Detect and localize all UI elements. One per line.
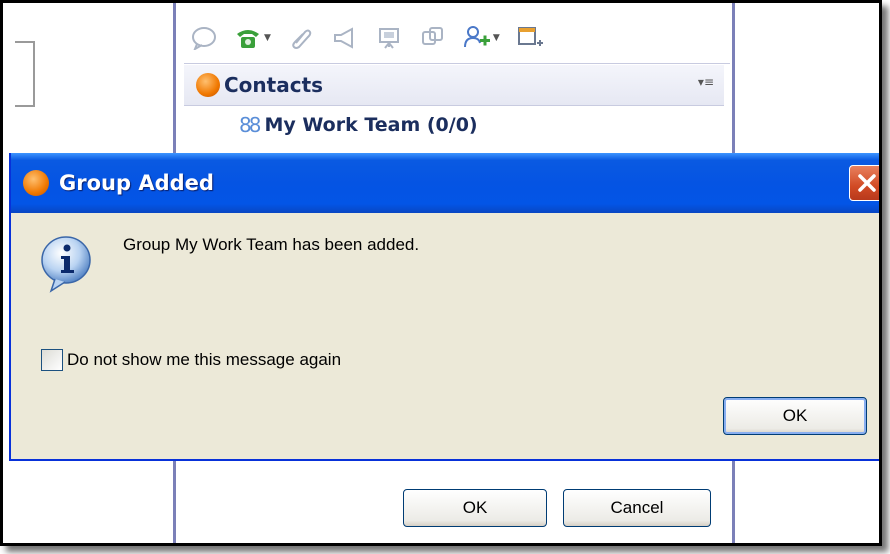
group-label: My Work Team (0/0) xyxy=(264,114,478,136)
background-cancel-button[interactable]: Cancel xyxy=(563,489,711,527)
dont-show-again-checkbox[interactable] xyxy=(41,349,63,371)
contacts-header[interactable]: Contacts ▾≡ xyxy=(184,65,724,106)
add-contact-icon[interactable] xyxy=(463,24,491,52)
megaphone-icon[interactable] xyxy=(331,24,359,52)
dialog-message: Group My Work Team has been added. xyxy=(123,235,420,254)
dont-show-again-row[interactable]: Do not show me this message again xyxy=(41,349,341,371)
contacts-menu-icon[interactable]: ▾≡ xyxy=(698,75,714,89)
dialog-ok-button[interactable]: OK xyxy=(723,397,867,435)
new-window-icon[interactable] xyxy=(516,24,544,52)
contacts-title: Contacts xyxy=(224,73,324,97)
contacts-logo-icon xyxy=(196,73,220,97)
app-logo-icon xyxy=(23,170,49,196)
contacts-toolbar: ▼ ▼ xyxy=(184,13,730,64)
dont-show-again-label[interactable]: Do not show me this message again xyxy=(67,350,341,370)
group-added-dialog: Group Added Group My Work Team has been … xyxy=(9,153,879,461)
screenshot-frame: ▼ ▼ Contacts ▾≡ 88 My Work Team (0/0) OK… xyxy=(0,0,882,546)
phone-dropdown-arrow-icon[interactable]: ▼ xyxy=(264,33,271,43)
background-ok-button[interactable]: OK xyxy=(403,489,547,527)
close-icon xyxy=(858,174,876,192)
share-screen-icon[interactable] xyxy=(419,24,447,52)
background-window-edge xyxy=(15,41,35,107)
presentation-icon[interactable] xyxy=(375,24,403,52)
add-contact-dropdown-arrow-icon[interactable]: ▼ xyxy=(493,33,500,43)
phone-icon[interactable] xyxy=(234,24,262,52)
paperclip-icon[interactable] xyxy=(287,24,315,52)
dialog-titlebar[interactable]: Group Added xyxy=(11,153,879,213)
close-button[interactable] xyxy=(849,165,879,201)
dialog-title: Group Added xyxy=(59,171,214,195)
group-icon: 88 xyxy=(239,113,262,137)
info-icon xyxy=(39,235,93,293)
chat-bubble-icon[interactable] xyxy=(190,24,218,52)
contact-group-row[interactable]: 88 My Work Team (0/0) xyxy=(239,113,478,137)
